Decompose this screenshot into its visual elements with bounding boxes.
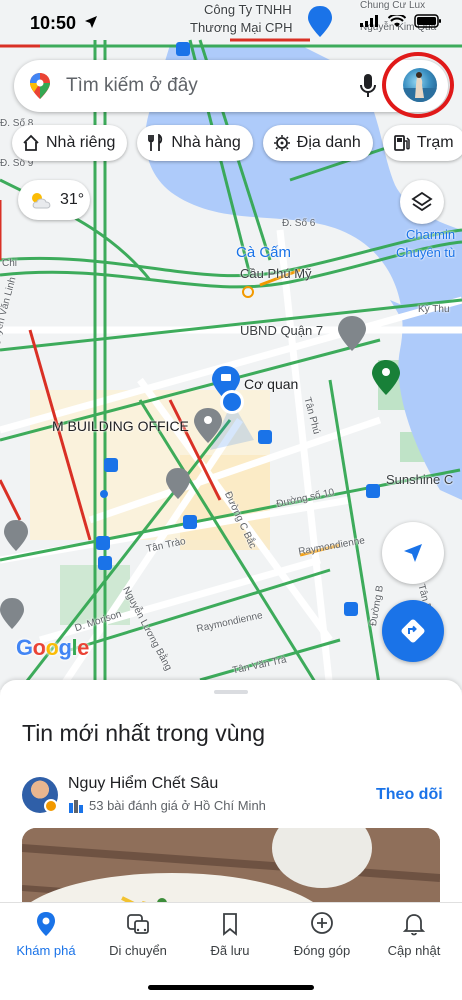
commute-icon [127, 914, 149, 934]
post-author-meta: 53 bài đánh giá ở Hồ Chí Minh [68, 798, 266, 813]
status-bar: 10:50 [0, 0, 462, 48]
follow-button[interactable]: Theo dõi [376, 786, 443, 804]
map-label[interactable]: Sunshine C [386, 472, 453, 487]
nav-saved[interactable]: Đã lưu [184, 911, 276, 958]
sheet-drag-handle[interactable] [214, 690, 248, 694]
weather-temp: 31° [60, 191, 85, 208]
google-maps-logo-icon [30, 73, 50, 99]
bookmark-icon [223, 913, 237, 936]
map-label[interactable]: UBND Quận 7 [240, 323, 323, 338]
nav-contribute[interactable]: Đóng góp [276, 911, 368, 958]
directions-button[interactable] [382, 600, 444, 662]
map-label[interactable]: M BUILDING OFFICE [52, 418, 189, 434]
nav-label: Khám phá [16, 943, 76, 958]
status-time: 10:50 [30, 13, 77, 33]
map-label[interactable]: Charmin [406, 227, 455, 242]
home-indicator[interactable] [148, 985, 314, 990]
profile-avatar[interactable] [403, 68, 437, 102]
map-label: Chi [2, 258, 18, 269]
post-photo[interactable] [22, 828, 440, 902]
post-meta-text: 53 bài đánh giá ở Hồ Chí Minh [89, 798, 266, 813]
location-arrow-icon [85, 16, 97, 28]
map-label: Cầu Phú Mỹ [240, 266, 312, 281]
map-label: Đ. Số 6 [282, 218, 316, 229]
chip-label: Địa danh [296, 134, 361, 151]
partly-cloudy-icon [32, 193, 51, 209]
weather-chip[interactable]: 31° [18, 180, 90, 220]
nav-updates[interactable]: Cập nhật [368, 911, 460, 958]
nav-label: Đã lưu [210, 943, 250, 958]
chip-label: Trạm [416, 134, 454, 151]
chip-label: Nhà riêng [46, 134, 116, 151]
signal-icon [360, 15, 378, 27]
nav-label: Di chuyển [109, 943, 167, 958]
map-label[interactable]: Cơ quan [244, 376, 298, 392]
bottom-sheet[interactable]: Tin mới nhất trong vùng Nguy Hiểm Chết S… [0, 680, 462, 902]
map-label: Kỳ Thu [418, 304, 450, 315]
layers-button[interactable] [400, 180, 444, 224]
directions-icon [401, 619, 425, 643]
chip-restaurant[interactable]: Nhà hàng [137, 125, 253, 161]
explore-pin-icon [37, 912, 55, 936]
avatar-photo-icon [403, 72, 437, 102]
my-location-button[interactable] [382, 522, 444, 584]
status-icons [360, 14, 442, 28]
chip-landmark[interactable]: Địa danh [262, 125, 373, 161]
chip-home[interactable]: Nhà riêng [12, 125, 128, 161]
wifi-icon [388, 14, 406, 27]
sheet-title: Tin mới nhất trong vùng [22, 720, 266, 746]
chip-label: Nhà hàng [171, 134, 241, 151]
nav-label: Cập nhật [387, 943, 441, 958]
category-chips: Nhà riêng Nhà hàng Địa danh Trạm [12, 125, 462, 163]
google-logo: Google [16, 635, 89, 660]
restaurant-icon [148, 134, 163, 151]
city-icon [69, 799, 83, 813]
nav-label: Đóng góp [293, 943, 351, 958]
food-photo-image [22, 828, 440, 902]
nav-commute[interactable]: Di chuyển [92, 911, 184, 958]
battery-icon [414, 14, 441, 28]
chip-gas-station[interactable]: Trạm [382, 125, 462, 161]
home-icon [23, 134, 39, 151]
bell-icon [402, 914, 426, 936]
map-label[interactable]: Chuyên tù [396, 245, 455, 260]
add-circle-icon [311, 912, 333, 934]
layers-icon [411, 191, 433, 212]
gas-station-icon [393, 135, 410, 151]
navigation-arrow-icon [404, 544, 422, 562]
post-author-name[interactable]: Nguy Hiểm Chết Sâu [68, 775, 218, 793]
local-guide-badge-icon [44, 799, 58, 813]
search-input[interactable]: Tìm kiếm ở đây [66, 75, 198, 97]
microphone-icon[interactable] [358, 73, 378, 99]
nav-explore[interactable]: Khám phá [0, 911, 92, 958]
map-label: Cà Cấm [236, 244, 292, 261]
landmark-icon [273, 135, 290, 151]
